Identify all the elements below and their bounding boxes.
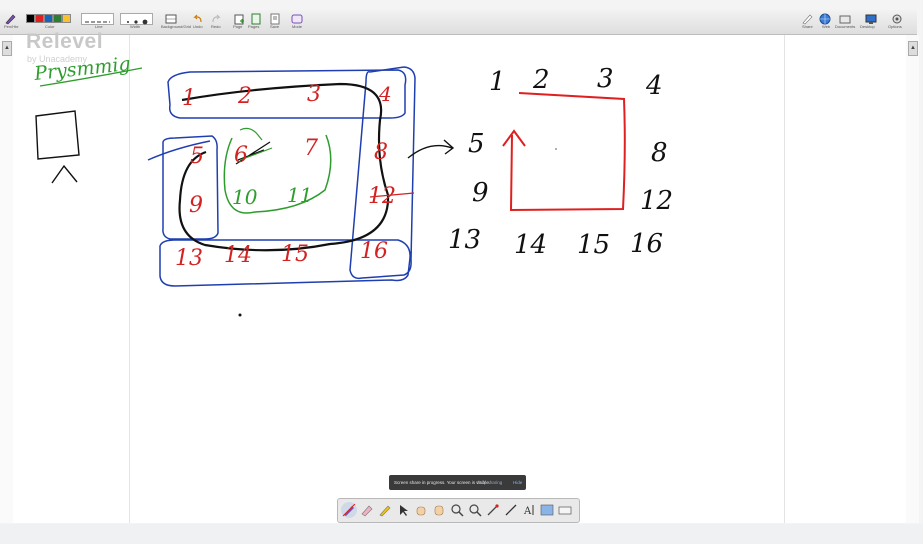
right-label-9: 9 — [472, 178, 489, 208]
right-label-5: 5 — [468, 129, 485, 159]
eraser-tool-icon[interactable] — [359, 502, 375, 518]
left-label-16: 16 — [360, 239, 388, 264]
left-label-7: 7 — [304, 136, 318, 161]
left-label-6: 6 — [234, 143, 248, 168]
laser-pointer-icon[interactable] — [485, 502, 501, 518]
keyboard-icon[interactable] — [557, 502, 573, 518]
zoom-in-icon[interactable] — [449, 502, 465, 518]
right-label-16: 16 — [630, 229, 663, 259]
image-tool-icon[interactable] — [539, 502, 555, 518]
left-label-10: 10 — [232, 185, 258, 209]
left-label-1: 1 — [182, 86, 196, 111]
svg-text:A: A — [523, 506, 532, 517]
bottom-tool-palette: A — [337, 498, 580, 523]
left-label-15: 15 — [281, 242, 309, 267]
handwriting-word: Prysmmig — [32, 53, 131, 85]
left-label-14: 14 — [224, 243, 252, 268]
right-label-14: 14 — [514, 230, 547, 260]
left-label-2: 2 — [237, 84, 252, 109]
hide-notice-button[interactable]: Hide — [513, 480, 522, 485]
bottom-strip — [0, 524, 923, 544]
notice-message: Screen share in progress. Your screen is… — [394, 480, 491, 485]
left-label-11: 11 — [287, 183, 312, 207]
pen-tool-icon[interactable] — [341, 502, 357, 518]
left-label-4: 4 — [378, 82, 392, 106]
left-label-13: 13 — [175, 246, 203, 271]
right-label-2: 2 — [532, 65, 550, 95]
stop-sharing-button[interactable]: Stop sharing — [477, 480, 502, 485]
right-label-4: 4 — [645, 71, 663, 101]
right-label-15: 15 — [577, 230, 610, 260]
right-label-13: 13 — [448, 225, 481, 255]
left-label-5: 5 — [190, 144, 204, 169]
highlighter-tool-icon[interactable] — [377, 502, 393, 518]
screen-share-notice: Screen share in progress. Your screen is… — [389, 475, 526, 490]
hand-tool-icon[interactable] — [413, 502, 429, 518]
line-tool-icon[interactable] — [503, 502, 519, 518]
right-label-8: 8 — [651, 138, 668, 168]
pan-tool-icon[interactable] — [431, 502, 447, 518]
left-label-9: 9 — [189, 193, 203, 218]
left-label-3: 3 — [307, 82, 321, 107]
right-label-1: 1 — [489, 67, 506, 97]
select-arrow-icon[interactable] — [395, 502, 411, 518]
text-tool-icon[interactable]: A — [521, 502, 537, 518]
zoom-out-icon[interactable] — [467, 502, 483, 518]
right-label-3: 3 — [597, 64, 614, 94]
whiteboard-drawing: Prysmmig 1 2 3 4 5 6 7 8 9 13 14 15 16 1… — [32, 53, 673, 317]
right-label-12: 12 — [640, 186, 673, 216]
left-label-8: 8 — [374, 140, 388, 165]
